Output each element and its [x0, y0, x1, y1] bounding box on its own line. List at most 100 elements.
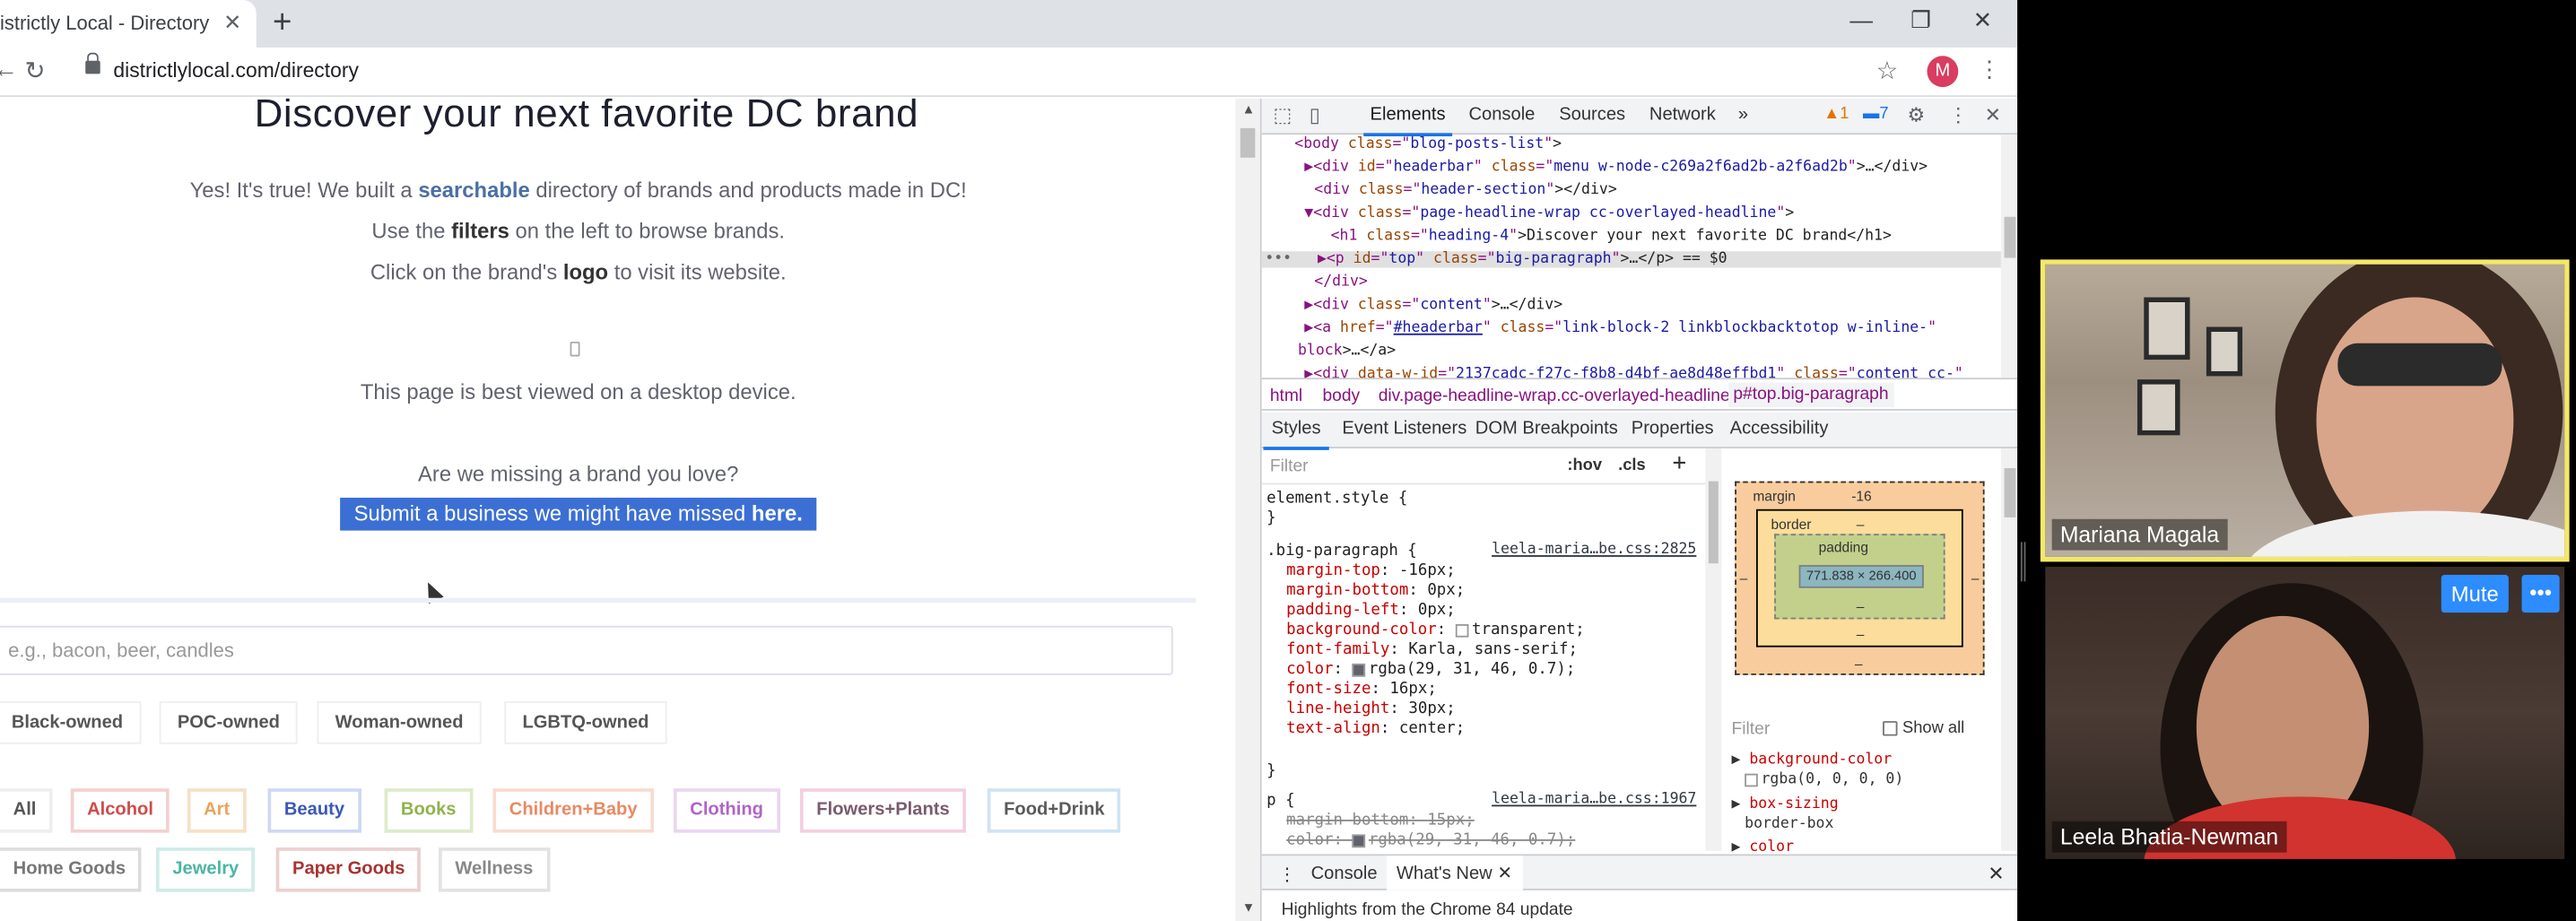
mute-button[interactable]: Mute	[2441, 575, 2509, 613]
dom-node[interactable]: ▶<div id="headerbar" class="menu w-node-…	[1262, 160, 1928, 176]
window-close-icon[interactable]: ✕	[1973, 6, 1992, 34]
page-scrollbar[interactable]: ▲ ▼	[1235, 98, 1260, 921]
ellipsis-icon[interactable]: •••	[1265, 251, 1292, 267]
category-art[interactable]: Art	[187, 788, 247, 833]
reload-icon[interactable]: ↻	[24, 56, 45, 85]
category-paper-goods[interactable]: Paper Goods	[275, 847, 422, 892]
close-icon[interactable]: ✕	[1985, 103, 2001, 126]
breadcrumb-item[interactable]: body	[1322, 386, 1360, 405]
p-prop-margin-bottom[interactable]: margin-bottom: 15px;	[1286, 812, 1475, 830]
category-wellness[interactable]: Wellness	[439, 847, 550, 892]
dom-node[interactable]: ▶<div class="content">…</div>	[1262, 298, 1562, 314]
category-all[interactable]: All	[0, 788, 53, 833]
styles-filter-input[interactable]: Filter	[1270, 456, 1309, 476]
warning-icon[interactable]: ▲1	[1823, 105, 1849, 123]
style-prop-background-color[interactable]: background-color: transparent;	[1286, 621, 1585, 639]
plus-icon[interactable]: +	[1673, 450, 1686, 476]
category-flowers-plants[interactable]: Flowers+Plants	[799, 788, 967, 833]
big-paragraph-selector[interactable]: .big-paragraph {	[1266, 542, 1417, 560]
filter-black-owned[interactable]: Black-owned	[0, 701, 142, 744]
category-beauty[interactable]: Beauty	[267, 788, 361, 833]
profile-avatar[interactable]: M	[1927, 56, 1959, 88]
tab-properties[interactable]: Properties	[1632, 419, 1714, 439]
inspect-icon[interactable]: ⬚	[1273, 103, 1292, 126]
dom-node[interactable]: <body class="blog-posts-list">	[1262, 136, 1562, 152]
address-bar[interactable]: districtlylocal.com/directory	[113, 59, 359, 83]
tab-styles[interactable]: Styles	[1263, 419, 1329, 450]
minimize-icon[interactable]: —	[1849, 6, 1873, 32]
dom-node[interactable]: ▶<a href="#headerbar" class="link-block-…	[1262, 320, 1936, 336]
filter-lgbtq-owned[interactable]: LGBTQ-owned	[504, 701, 667, 744]
scroll-thumb[interactable]	[1708, 481, 1719, 564]
restore-icon[interactable]: ❐	[1910, 6, 1931, 34]
hov-toggle[interactable]: :hov	[1567, 456, 1602, 474]
message-icon[interactable]: ▬7	[1863, 105, 1889, 123]
cls-toggle[interactable]: .cls	[1618, 456, 1646, 474]
computed-scrollbar[interactable]	[2000, 448, 2018, 851]
scroll-down-icon[interactable]: ▼	[1242, 900, 1256, 915]
close-icon[interactable]: ✕	[223, 10, 241, 36]
close-icon[interactable]: ✕	[1988, 863, 2004, 886]
dom-scrollbar[interactable]	[2000, 135, 2018, 378]
filter-woman-owned[interactable]: Woman-owned	[317, 701, 482, 744]
breadcrumb-item[interactable]: html	[1270, 386, 1302, 405]
tab-accessibility[interactable]: Accessibility	[1730, 419, 1829, 439]
scroll-thumb[interactable]	[1240, 127, 1256, 158]
category-children-baby[interactable]: Children+Baby	[492, 788, 654, 833]
p-prop-color[interactable]: color: rgba(29, 31, 46, 0.7);	[1286, 831, 1575, 849]
filter-poc-owned[interactable]: POC-owned	[159, 701, 299, 744]
drawer-tab-whats-new[interactable]: What's New ✕	[1386, 856, 1523, 891]
dom-node[interactable]: </div>	[1262, 274, 1368, 291]
style-prop-padding-left[interactable]: padding-left: 0px;	[1286, 601, 1456, 619]
plus-icon[interactable]: +	[273, 4, 292, 42]
style-prop-font-size[interactable]: font-size: 16px;	[1286, 680, 1437, 698]
dom-tree[interactable]: <body class="blog-posts-list"> ▶<div id="…	[1261, 135, 2001, 383]
more-options-button[interactable]: •••	[2521, 575, 2560, 613]
style-prop-font-family[interactable]: font-family: Karla, sans-serif;	[1286, 640, 1578, 658]
video-tile-mariana[interactable]: Mariana Magala	[2040, 259, 2570, 562]
category-food-drink[interactable]: Food+Drink	[987, 788, 1121, 833]
tab-network[interactable]: Network	[1649, 105, 1716, 125]
category-alcohol[interactable]: Alcohol	[70, 788, 170, 833]
p-source-link[interactable]: leela-maria…be.css:1967	[1492, 792, 1696, 808]
element-style-rule[interactable]: element.style {	[1266, 490, 1407, 508]
computed-prop[interactable]: ▶ background-color	[1732, 752, 1893, 769]
search-input[interactable]: e.g., bacon, beer, candles	[0, 625, 1173, 675]
drawer-tab-console[interactable]: Console	[1311, 864, 1378, 883]
style-prop-text-align[interactable]: text-align: center;	[1286, 719, 1465, 737]
p-selector[interactable]: p {	[1266, 792, 1294, 810]
searchable-link[interactable]: searchable	[418, 178, 529, 202]
style-prop-margin-bottom[interactable]: margin-bottom: 0px;	[1286, 581, 1465, 599]
category-home-goods[interactable]: Home Goods	[0, 847, 143, 892]
dom-node[interactable]: <div class="header-section"></div>	[1262, 182, 1616, 198]
computed-prop[interactable]: ▶ box-sizing	[1732, 796, 1839, 812]
arrow-left-icon[interactable]: ←	[0, 56, 18, 83]
category-clothing[interactable]: Clothing	[673, 788, 780, 833]
styles-scrollbar[interactable]	[1705, 448, 1722, 851]
style-prop-margin-top[interactable]: margin-top: -16px;	[1286, 561, 1456, 579]
breadcrumb-item-selected[interactable]: p#top.big-paragraph	[1727, 382, 1894, 408]
show-all-checkbox[interactable]	[1883, 721, 1898, 736]
tab-sources[interactable]: Sources	[1559, 105, 1625, 125]
dom-node[interactable]: block>…</a>	[1262, 343, 1396, 360]
browser-tab[interactable]: istrictly Local - Directory ✕	[0, 0, 257, 48]
more-tabs-icon[interactable]: »	[1738, 105, 1748, 125]
style-prop-line-height[interactable]: line-height: 30px;	[1286, 699, 1456, 717]
star-icon[interactable]: ☆	[1876, 56, 1899, 85]
computed-filter-input[interactable]: Filter	[1732, 719, 1771, 739]
rule-source-link[interactable]: leela-maria…be.css:2825	[1492, 542, 1696, 558]
dom-node-selected[interactable]: ▶<p id="top" class="big-paragraph">…</p>…	[1261, 251, 2001, 268]
tab-event-listeners[interactable]: Event Listeners	[1342, 419, 1466, 439]
category-jewelry[interactable]: Jewelry	[156, 847, 256, 892]
device-toggle-icon[interactable]: ▯	[1310, 103, 1320, 126]
category-books[interactable]: Books	[384, 788, 473, 833]
submit-business-link[interactable]: Submit a business we might have missed h…	[340, 497, 817, 531]
scroll-thumb[interactable]	[2004, 216, 2016, 258]
scroll-up-icon[interactable]: ▲	[1242, 102, 1256, 117]
dom-node[interactable]: <h1 class="heading-4">Discover your next…	[1262, 229, 1892, 245]
style-prop-color[interactable]: color: rgba(29, 31, 46, 0.7);	[1286, 660, 1575, 678]
video-tile-leela[interactable]: Mute ••• Leela Bhatia-Newman	[2045, 566, 2565, 859]
tab-dom-breakpoints[interactable]: DOM Breakpoints	[1475, 419, 1618, 439]
panel-resize-handle[interactable]	[2020, 542, 2026, 582]
scroll-thumb[interactable]	[2004, 468, 2016, 517]
